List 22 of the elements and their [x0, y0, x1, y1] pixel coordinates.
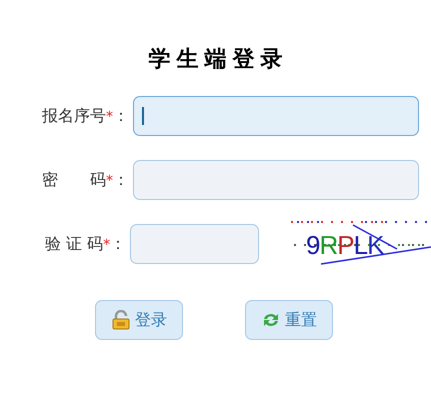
- captcha-character: R: [319, 230, 338, 261]
- captcha-character: K: [367, 230, 384, 261]
- captcha-input-field[interactable]: [130, 224, 259, 264]
- colon: ：: [113, 170, 125, 190]
- field-label: 报名序号: [42, 106, 106, 126]
- required-mark: *: [106, 108, 113, 124]
- padlock-icon: [111, 310, 131, 330]
- colon: ：: [110, 234, 122, 254]
- colon: ：: [113, 106, 125, 126]
- reset-button[interactable]: 重置: [245, 300, 333, 340]
- captcha-character: 9: [306, 230, 320, 261]
- captcha-character: L: [354, 230, 368, 261]
- field-label: 验 证 码: [44, 234, 104, 254]
- captcha-character: P: [337, 230, 354, 261]
- field-label: 密 码: [42, 170, 106, 190]
- input-field[interactable]: [133, 160, 419, 200]
- captcha-image[interactable]: 9RPLK: [291, 219, 431, 269]
- page-title: 学生端登录: [148, 46, 290, 74]
- required-mark: *: [103, 236, 110, 252]
- input-field[interactable]: [133, 96, 419, 136]
- login-button[interactable]: 登录: [95, 300, 183, 340]
- required-mark: *: [106, 172, 113, 188]
